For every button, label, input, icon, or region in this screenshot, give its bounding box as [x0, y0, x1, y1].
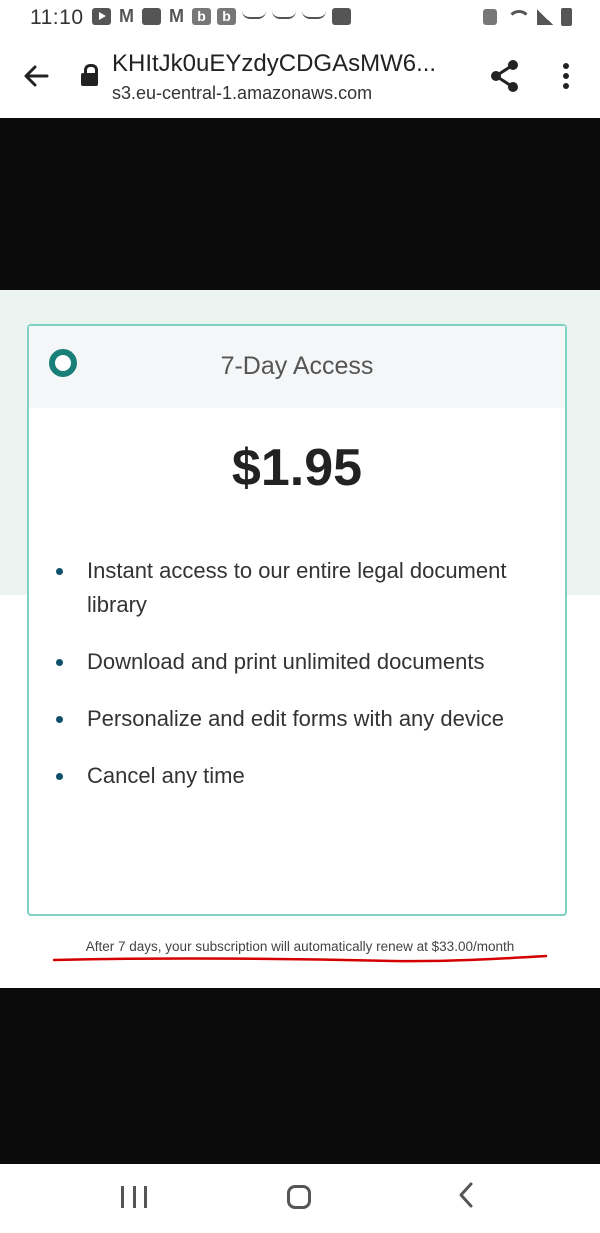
plan-card-header[interactable]: 7-Day Access [29, 326, 565, 408]
signal-icon [537, 9, 553, 25]
notification-icons: M M b b [92, 6, 351, 26]
feature-list: Instant access to our entire legal docum… [53, 554, 553, 816]
battery-saver-icon [483, 9, 497, 25]
list-item: Instant access to our entire legal docum… [53, 554, 553, 622]
red-underline-annotation [52, 954, 548, 963]
bullet-icon [56, 716, 63, 723]
list-item: Download and print unlimited documents [53, 645, 553, 679]
youtube-icon [92, 8, 111, 25]
lock-icon[interactable] [80, 64, 100, 86]
b-app-icon: b [192, 8, 211, 25]
bullet-icon [56, 659, 63, 666]
nav-back-icon[interactable] [456, 1176, 476, 1218]
browser-toolbar: KHItJk0uEYzdyCDGAsMW6... s3.eu-central-1… [0, 36, 600, 118]
wave-icon [272, 11, 296, 19]
wifi-icon [505, 8, 531, 26]
system-nav-bar [0, 1164, 600, 1233]
battery-icon [561, 8, 572, 26]
bottom-dark-section [0, 988, 600, 1164]
page-title[interactable]: KHItJk0uEYzdyCDGAsMW6... [112, 50, 436, 78]
url-host[interactable]: s3.eu-central-1.amazonaws.com [112, 83, 372, 104]
bullet-icon [56, 568, 63, 575]
bullet-icon [56, 773, 63, 780]
status-bar: 11:10 M M b b [0, 0, 600, 36]
plan-card[interactable]: 7-Day Access $1.95 Instant access to our… [27, 324, 567, 916]
wave-icon [302, 11, 326, 19]
plan-price: $1.95 [231, 439, 363, 497]
wave-icon [242, 11, 266, 19]
gmail-icon: M [169, 6, 184, 26]
list-item: Cancel any time [53, 759, 553, 793]
status-time: 11:10 [30, 6, 84, 29]
back-arrow-icon[interactable] [18, 56, 54, 96]
recent-apps-icon[interactable] [121, 1186, 147, 1208]
mail-icon [142, 8, 161, 25]
top-dark-section [0, 118, 600, 290]
system-icons [483, 8, 572, 26]
home-icon[interactable] [287, 1185, 311, 1209]
plan-name: 7-Day Access [220, 352, 374, 380]
b-app-icon: b [217, 8, 236, 25]
image-icon [332, 8, 351, 25]
more-options-icon[interactable] [556, 60, 576, 94]
share-icon[interactable] [488, 58, 522, 94]
gmail-icon: M [119, 6, 134, 26]
list-item: Personalize and edit forms with any devi… [53, 702, 553, 736]
